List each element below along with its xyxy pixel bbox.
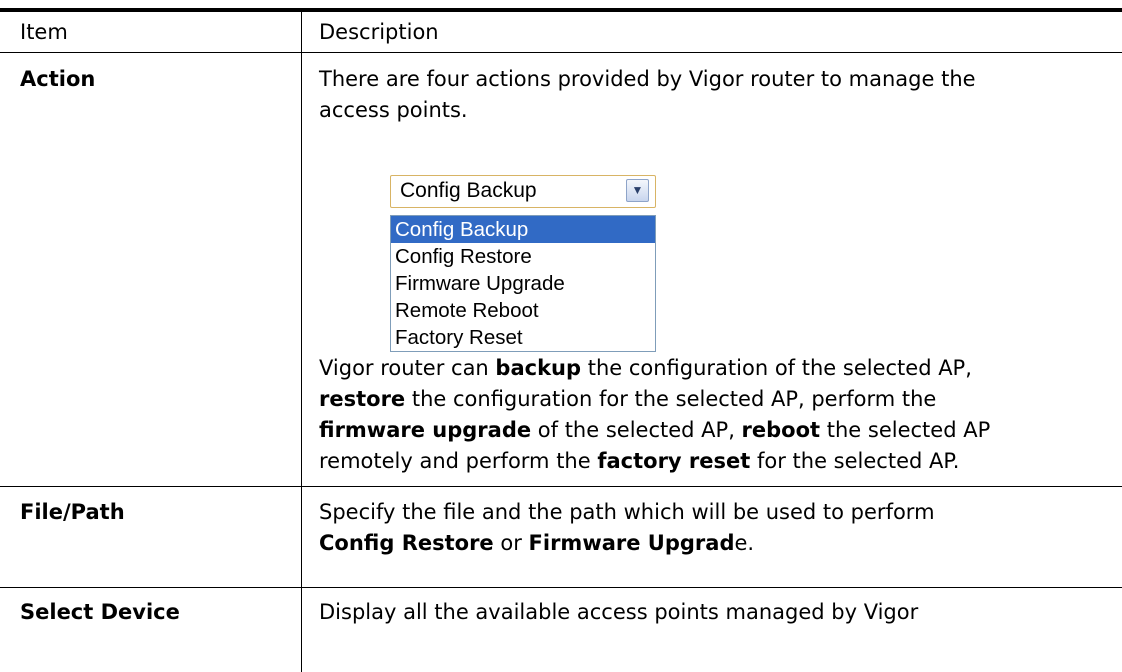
option-config-backup[interactable]: Config Backup [391,216,655,243]
header-item: Item [20,20,68,44]
option-factory-reset[interactable]: Factory Reset [391,324,655,351]
option-remote-reboot[interactable]: Remote Reboot [391,297,655,324]
row-divider [0,587,1122,588]
action-option-list: Config Backup Config Restore Firmware Up… [390,215,656,352]
option-firmware-upgrade[interactable]: Firmware Upgrade [391,270,655,297]
option-config-restore[interactable]: Config Restore [391,243,655,270]
detail-line: Vigor router can backup the configuratio… [319,356,972,380]
row-selectdevice-item: Select Device [20,600,180,624]
row-selectdevice-description: Display all the available access points … [319,597,1104,628]
detail-line: remotely and perform the factory reset f… [319,449,960,473]
row-filepath-description: Specify the file and the path which will… [319,497,1104,559]
column-divider [301,8,302,672]
chevron-down-icon[interactable]: ▼ [626,179,649,202]
table-top-rule [0,8,1122,12]
description-line: Config Restore or Firmware Upgrade. [319,531,755,555]
row-action-intro: There are four actions provided by Vigor… [319,64,1104,126]
header-rule [0,52,1122,53]
row-action-item: Action [20,67,96,91]
detail-line: restore the configuration for the select… [319,387,937,411]
action-select-value: Config Backup [400,179,537,202]
row-divider [0,486,1122,487]
description-line: Specify the file and the path which will… [319,500,935,524]
intro-line: There are four actions provided by Vigor… [319,67,976,91]
intro-line: access points. [319,98,468,122]
action-select[interactable]: Config Backup ▼ [390,175,656,208]
row-action-detail: Vigor router can backup the configuratio… [319,353,1104,477]
row-filepath-item: File/Path [20,500,125,524]
description-line: Display all the available access points … [319,600,919,624]
header-description: Description [319,20,439,44]
detail-line: firmware upgrade of the selected AP, reb… [319,418,991,442]
info-table: Item Description Action There are four a… [0,0,1122,672]
action-dropdown[interactable]: Config Backup ▼ Config Backup Config Res… [390,175,656,352]
